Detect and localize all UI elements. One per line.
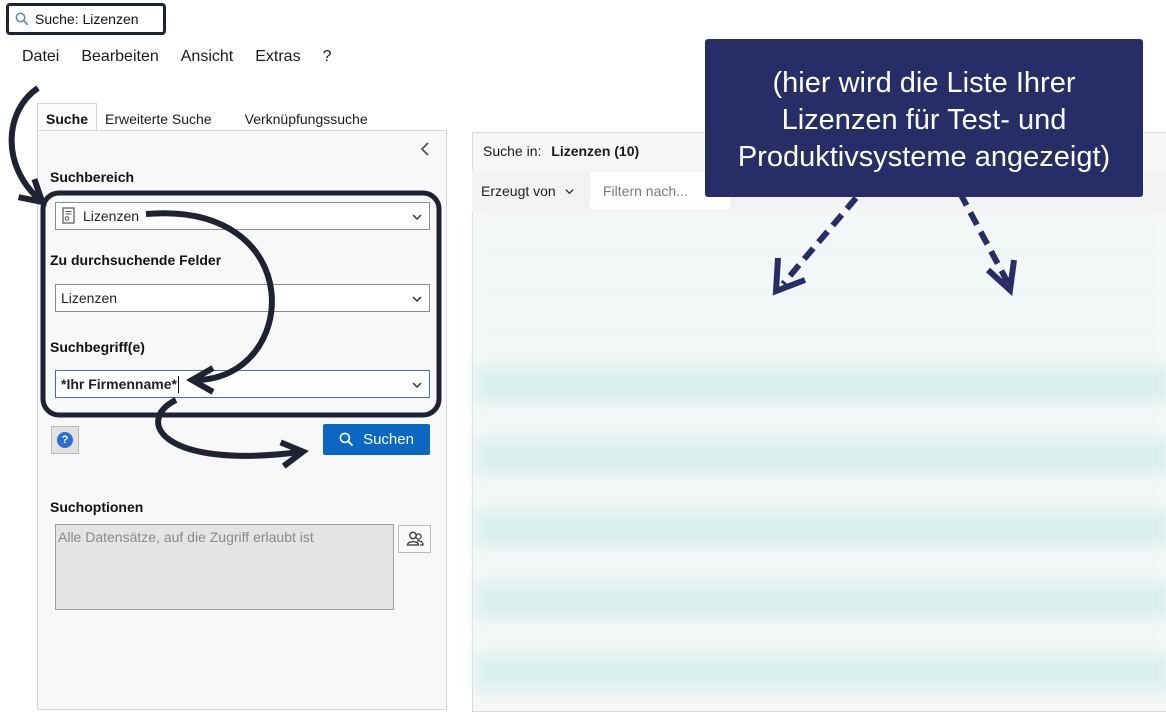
table-row[interactable]	[474, 331, 1166, 367]
search-term-label: Suchbegriff(e)	[50, 339, 145, 355]
table-row[interactable]	[474, 511, 1166, 547]
search-icon	[339, 432, 354, 447]
search-button-label: Suchen	[363, 431, 414, 448]
menu-bearbeiten[interactable]: Bearbeiten	[70, 42, 169, 72]
select-users-button[interactable]	[398, 525, 431, 553]
table-row[interactable]	[474, 547, 1166, 583]
license-document-icon	[62, 207, 75, 224]
help-button[interactable]: ?	[51, 426, 79, 454]
list-group-row	[474, 249, 1166, 295]
table-row[interactable]	[474, 619, 1166, 655]
chevron-down-icon	[412, 296, 422, 303]
search-area-dropdown[interactable]: Lizenzen	[55, 202, 430, 230]
window-title-search[interactable]: Suche: Lizenzen	[6, 3, 166, 35]
search-button[interactable]: Suchen	[323, 424, 430, 455]
fields-label: Zu durchsuchende Felder	[50, 252, 222, 268]
menu-extras[interactable]: Extras	[244, 42, 311, 72]
users-icon	[406, 531, 424, 546]
search-tabs: Suche Erweiterte Suche Verknüpfungssuche	[37, 103, 376, 130]
annotation-callout: (hier wird die Liste Ihrer Lizenzen für …	[705, 39, 1143, 197]
search-area-label: Suchbereich	[50, 169, 135, 185]
search-in-info: Suche in: Lizenzen (10)	[483, 143, 639, 159]
table-row[interactable]	[474, 403, 1166, 439]
table-row[interactable]	[474, 583, 1166, 619]
search-term-input[interactable]: *Ihr Firmenname*	[55, 370, 430, 398]
callout-line-3: Produktivsysteme angezeigt)	[737, 141, 1111, 173]
list-subheader	[474, 295, 1166, 331]
table-row[interactable]	[474, 439, 1166, 475]
search-options-label: Suchoptionen	[50, 499, 144, 515]
callout-line-1: (hier wird die Liste Ihrer	[772, 67, 1076, 99]
chevron-down-icon	[565, 188, 574, 194]
fields-dropdown[interactable]: Lizenzen	[55, 284, 430, 312]
search-in-value: Lizenzen (10)	[551, 143, 640, 159]
created-by-label: Erzeugt von	[481, 183, 556, 199]
help-icon: ?	[57, 432, 73, 448]
table-row[interactable]	[474, 475, 1166, 511]
menu-datei[interactable]: Datei	[0, 42, 70, 72]
window-title: Suche: Lizenzen	[35, 11, 139, 27]
created-by-filter[interactable]: Erzeugt von	[481, 183, 575, 199]
tab-verknuepfungssuche[interactable]: Verknüpfungssuche	[237, 104, 376, 130]
arrow-to-suchbereich	[8, 85, 47, 206]
search-term-value: *Ihr Firmenname*	[61, 376, 177, 392]
tab-erweiterte-suche[interactable]: Erweiterte Suche	[97, 104, 220, 130]
search-area-value: Lizenzen	[83, 208, 140, 224]
tab-suche[interactable]: Suche	[37, 103, 98, 130]
menu-bar: Datei Bearbeiten Ansicht Extras ?	[0, 42, 342, 72]
text-cursor	[177, 375, 179, 393]
table-row[interactable]	[474, 367, 1166, 403]
search-options-value: Alle Datensätze, auf die Zugriff erlaubt…	[58, 529, 314, 545]
callout-line-2: Lizenzen für Test- und	[781, 104, 1067, 136]
table-row[interactable]	[474, 655, 1166, 691]
fields-value: Lizenzen	[61, 290, 118, 306]
list-header	[474, 213, 1166, 249]
collapse-panel-icon[interactable]	[417, 139, 433, 159]
search-icon	[15, 12, 29, 26]
menu-ansicht[interactable]: Ansicht	[170, 42, 244, 72]
chevron-down-icon	[412, 382, 422, 389]
search-in-label: Suche in:	[483, 143, 542, 159]
blurred-results-list	[474, 213, 1166, 703]
search-options-field: Alle Datensätze, auf die Zugriff erlaubt…	[55, 524, 394, 610]
chevron-down-icon	[412, 214, 422, 221]
menu-help[interactable]: ?	[312, 42, 343, 72]
